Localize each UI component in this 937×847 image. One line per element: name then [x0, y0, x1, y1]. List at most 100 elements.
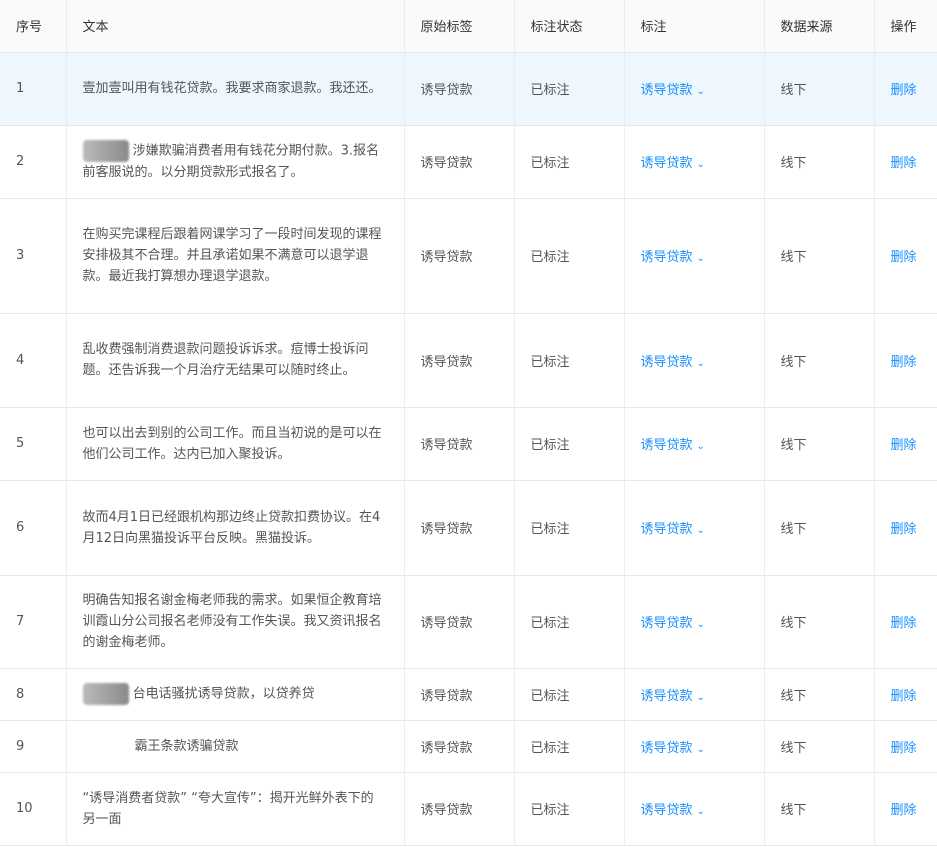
cell-source: 线下	[764, 720, 875, 773]
cell-status: 已标注	[514, 668, 625, 721]
cell-status: 已标注	[514, 407, 625, 481]
chevron-down-icon: ⌄	[696, 159, 705, 170]
text-content: 乱收费强制消费退款问题投诉诉求。痘博士投诉问题。还告诉我一个月治疗无结果可以随时…	[82, 342, 369, 378]
label-dropdown[interactable]: 诱导贷款 ⌄	[641, 355, 705, 370]
text-content: 在购买完课程后跟着网课学习了一段时间发现的课程安排极其不合理。并且承诺如果不满意…	[82, 227, 382, 284]
label-dropdown[interactable]: 诱导贷款 ⌄	[641, 83, 705, 98]
cell-status: 已标注	[514, 720, 625, 773]
chevron-down-icon: ⌄	[696, 357, 705, 369]
cell-text: “诱导消费者贷款” “夸大宣传”：揭开光鲜外表下的另一面	[66, 772, 405, 846]
text-content: “诱导消费者贷款” “夸大宣传”：揭开光鲜外表下的另一面	[82, 790, 374, 827]
cell-action: 删除	[874, 407, 937, 481]
delete-button[interactable]: 删除	[891, 156, 917, 171]
chevron-down-icon: ⌄	[696, 441, 705, 452]
label-value: 诱导贷款	[640, 688, 693, 704]
cell-label: 诱导贷款 ⌄	[624, 668, 765, 721]
cell-source: 线下	[764, 772, 875, 846]
cell-text: 明确告知报名谢金梅老师我的需求。如果恒企教育培训霞山分公司报名老师没有工作失误。…	[66, 575, 405, 669]
label-value: 诱导贷款	[640, 438, 693, 453]
delete-button[interactable]: 删除	[891, 803, 917, 818]
header-no: 序号	[0, 0, 67, 53]
cell-label: 诱导贷款 ⌄	[624, 480, 765, 576]
cell-original-label: 诱导贷款	[404, 198, 515, 314]
cell-no: 9	[0, 720, 67, 773]
chevron-down-icon: ⌄	[696, 525, 705, 536]
cell-action: 删除	[874, 772, 937, 846]
label-dropdown[interactable]: 诱导贷款 ⌄	[641, 438, 705, 453]
redacted-block	[82, 140, 129, 162]
chevron-down-icon: ⌄	[696, 253, 705, 264]
cell-original-label: 诱导贷款	[404, 125, 515, 199]
delete-button[interactable]: 删除	[891, 83, 917, 98]
chevron-down-icon: ⌄	[696, 743, 705, 755]
label-value: 诱导贷款	[640, 740, 693, 756]
cell-text: 涉嫌欺骗消费者用有钱花分期付款。3.报名前客服说的。以分期贷款形式报名了。	[66, 125, 405, 199]
label-value: 诱导贷款	[640, 354, 693, 370]
label-dropdown[interactable]: 诱导贷款 ⌄	[641, 803, 705, 818]
delete-button[interactable]: 删除	[891, 522, 917, 537]
delete-button[interactable]: 删除	[891, 438, 917, 453]
cell-action: 删除	[874, 313, 937, 408]
cell-status: 已标注	[514, 198, 625, 314]
cell-source: 线下	[764, 480, 875, 576]
cell-source: 线下	[764, 313, 875, 408]
delete-button[interactable]: 删除	[891, 355, 917, 370]
chevron-down-icon: ⌄	[696, 619, 705, 630]
cell-no: 6	[0, 480, 67, 576]
text-content: 故而4月1日已经跟机构那边终止贷款扣费协议。在4月12日向黑猫投诉平台反映。黑猫…	[82, 509, 381, 546]
cell-original-label: 诱导贷款	[404, 668, 515, 721]
cell-original-label: 诱导贷款	[404, 772, 515, 846]
cell-source: 线下	[764, 198, 875, 314]
table-row: 5 也可以出去到别的公司工作。而且当初说的是可以在他们公司工作。达内已加入聚投诉。…	[0, 407, 937, 481]
label-value: 诱导贷款	[640, 803, 693, 818]
cell-action: 删除	[874, 668, 937, 721]
cell-no: 1	[0, 52, 67, 126]
text-content: 台电话骚扰诱导贷款，以贷养贷	[132, 686, 315, 702]
cell-status: 已标注	[514, 125, 625, 199]
label-dropdown[interactable]: 诱导贷款 ⌄	[641, 616, 705, 631]
text-content: 霸王条款诱骗贷款	[134, 738, 239, 754]
label-value: 诱导贷款	[640, 522, 693, 537]
cell-no: 8	[0, 668, 67, 721]
table-row: 4 乱收费强制消费退款问题投诉诉求。痘博士投诉问题。还告诉我一个月治疗无结果可以随…	[0, 313, 937, 408]
cell-source: 线下	[764, 575, 875, 669]
cell-source: 线下	[764, 407, 875, 481]
cell-text: 故而4月1日已经跟机构那边终止贷款扣费协议。在4月12日向黑猫投诉平台反映。黑猫…	[66, 480, 405, 576]
cell-text: 乱收费强制消费退款问题投诉诉求。痘博士投诉问题。还告诉我一个月治疗无结果可以随时…	[66, 313, 405, 408]
cell-action: 删除	[874, 480, 937, 576]
cell-action: 删除	[874, 575, 937, 669]
cell-text: 台电话骚扰诱导贷款，以贷养贷	[66, 668, 405, 721]
label-dropdown[interactable]: 诱导贷款 ⌄	[641, 522, 705, 537]
table-row: 3 在购买完课程后跟着网课学习了一段时间发现的课程安排极其不合理。并且承诺如果不满…	[0, 198, 937, 314]
label-dropdown[interactable]: 诱导贷款 ⌄	[641, 156, 705, 171]
delete-button[interactable]: 删除	[891, 616, 917, 631]
label-value: 诱导贷款	[640, 156, 693, 171]
text-content: 明确告知报名谢金梅老师我的需求。如果恒企教育培训霞山分公司报名老师没有工作失误。…	[82, 593, 382, 650]
redacted-block	[82, 683, 129, 705]
cell-status: 已标注	[514, 480, 625, 576]
chevron-down-icon: ⌄	[696, 806, 705, 817]
cell-status: 已标注	[514, 772, 625, 846]
cell-no: 10	[0, 772, 67, 846]
label-value: 诱导贷款	[640, 616, 693, 631]
table-row: 6 故而4月1日已经跟机构那边终止贷款扣费协议。在4月12日向黑猫投诉平台反映。黑…	[0, 480, 937, 576]
delete-button[interactable]: 删除	[891, 250, 917, 265]
label-dropdown[interactable]: 诱导贷款 ⌄	[641, 689, 705, 704]
cell-no: 5	[0, 407, 67, 481]
cell-no: 2	[0, 125, 67, 199]
cell-label: 诱导贷款 ⌄	[624, 125, 765, 199]
delete-button[interactable]: 删除	[891, 689, 917, 704]
text-content: 壹加壹叫用有钱花贷款。我要求商家退款。我还还。	[82, 81, 382, 96]
cell-no: 3	[0, 198, 67, 314]
chevron-down-icon: ⌄	[696, 691, 705, 703]
label-dropdown[interactable]: 诱导贷款 ⌄	[641, 741, 705, 756]
header-label: 标注	[624, 0, 765, 53]
cell-status: 已标注	[514, 575, 625, 669]
header-status: 标注状态	[514, 0, 625, 53]
cell-label: 诱导贷款 ⌄	[624, 720, 765, 773]
cell-source: 线下	[764, 52, 875, 126]
label-dropdown[interactable]: 诱导贷款 ⌄	[641, 250, 705, 265]
chevron-down-icon: ⌄	[696, 86, 705, 97]
table-row: 9 霸王条款诱骗贷款 诱导贷款 已标注 诱导贷款 ⌄ 线下 删除	[0, 720, 937, 773]
delete-button[interactable]: 删除	[891, 741, 917, 756]
